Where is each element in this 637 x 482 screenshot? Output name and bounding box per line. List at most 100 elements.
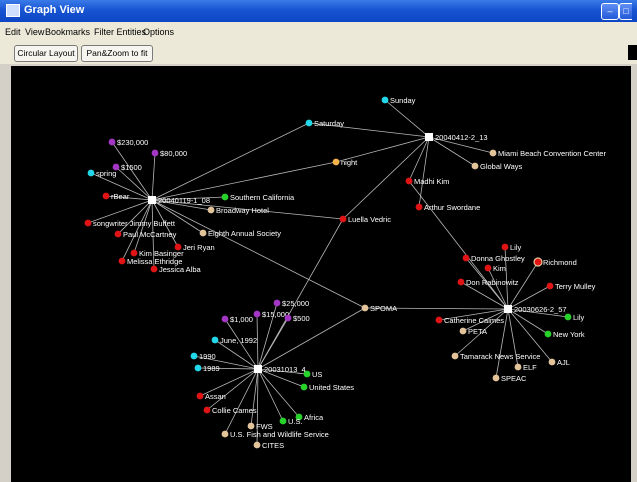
- node-speac[interactable]: [492, 374, 500, 382]
- node-fws[interactable]: [247, 422, 255, 430]
- node-melissa-ethridge[interactable]: [118, 257, 126, 265]
- menu-edit[interactable]: Edit: [5, 27, 21, 37]
- menu-options[interactable]: Options: [143, 27, 174, 37]
- node-1-000[interactable]: [221, 315, 229, 323]
- node-night[interactable]: [332, 158, 340, 166]
- node-terry-mulley[interactable]: [546, 282, 554, 290]
- minimize-button[interactable]: –: [601, 3, 619, 20]
- hub-node-20031013-4[interactable]: [254, 365, 262, 373]
- title-bar[interactable]: Graph View – □: [0, 0, 637, 22]
- cursor-icon: [628, 45, 637, 60]
- node-label-ajl: AJL: [557, 358, 570, 367]
- node-assan[interactable]: [196, 392, 204, 400]
- node-label-new-york: New York: [553, 330, 585, 339]
- node-paul-mccartney[interactable]: [114, 230, 122, 238]
- node-eighth-annual-society[interactable]: [199, 229, 207, 237]
- node-15-000[interactable]: [253, 310, 261, 318]
- node-label-jeri-ryan: Jeri Ryan: [183, 243, 215, 252]
- node-label-night: night: [341, 158, 358, 167]
- edge-h1-n23: [151, 199, 366, 309]
- node-25-000[interactable]: [273, 299, 281, 307]
- node-kim-basinger[interactable]: [130, 249, 138, 257]
- node-label-united-states: United States: [309, 383, 354, 392]
- edge-h4-n20: [408, 180, 509, 310]
- node-label-speac: SPEAC: [501, 374, 527, 383]
- node-united-states[interactable]: [300, 383, 308, 391]
- node-u-s-fish-and-wildlife-service[interactable]: [221, 430, 229, 438]
- node-elf[interactable]: [514, 363, 522, 371]
- node-tamarack-news-service[interactable]: [451, 352, 459, 360]
- node-u-s[interactable]: [279, 417, 287, 425]
- node-southern-california[interactable]: [221, 193, 229, 201]
- node-label-1500: $1500: [121, 163, 142, 172]
- circular-layout-button[interactable]: Circular Layout: [14, 45, 78, 62]
- maximize-icon: □: [623, 6, 629, 16]
- menu-view[interactable]: View: [25, 27, 44, 37]
- node-spring[interactable]: [87, 169, 95, 177]
- node-label-arthur-swordane: Arthur Swordane: [424, 203, 480, 212]
- node-saturday[interactable]: [305, 119, 313, 127]
- node-sunday[interactable]: [381, 96, 389, 104]
- menu-filter-entities[interactable]: Filter Entities: [94, 27, 146, 37]
- node-label-80-000: $80,000: [160, 149, 187, 158]
- node-label-southern-california: Southern California: [230, 193, 295, 202]
- node-label-u-s-fish-and-wildlife-service: U.S. Fish and Wildlife Service: [230, 430, 329, 439]
- node-label-rbear: rBear: [111, 192, 130, 201]
- hub-node-20040412-2-13[interactable]: [425, 133, 433, 141]
- node-label-lily: Lily: [573, 313, 585, 322]
- window-title: Graph View: [24, 4, 85, 16]
- node-broadway-hotel[interactable]: [207, 206, 215, 214]
- node-label-jessica-alba: Jessica Alba: [159, 265, 202, 274]
- node-1990[interactable]: [190, 352, 198, 360]
- node-label-cites: CITES: [262, 441, 284, 450]
- node-label-global-ways: Global Ways: [480, 162, 522, 171]
- node-lily[interactable]: [501, 243, 509, 251]
- graph-canvas[interactable]: $230,000 $80,000 $1500 spring rBear Southern …: [11, 66, 631, 482]
- node-arthur-swordane[interactable]: [415, 203, 423, 211]
- node-peta[interactable]: [459, 327, 467, 335]
- node-global-ways[interactable]: [471, 162, 479, 170]
- node-label-spoma: SPOMA: [370, 304, 397, 313]
- menu-bookmarks[interactable]: Bookmarks: [45, 27, 90, 37]
- node-80-000[interactable]: [151, 149, 159, 157]
- node-miami-beach-convention-center[interactable]: [489, 149, 497, 157]
- node-rbear[interactable]: [102, 192, 110, 200]
- node-label-25-000: $25,000: [282, 299, 309, 308]
- node-label-june-1992: June, 1992: [220, 336, 257, 345]
- node-june-1992[interactable]: [211, 336, 219, 344]
- node-madhi-kim[interactable]: [405, 177, 413, 185]
- node-donna-ghostley[interactable]: [462, 254, 470, 262]
- node-lily[interactable]: [564, 313, 572, 321]
- node-label-madhi-kim: Madhi Kim: [414, 177, 449, 186]
- node-catherine-caimes[interactable]: [435, 316, 443, 324]
- node-spoma[interactable]: [361, 304, 369, 312]
- pan-zoom-button[interactable]: Pan&Zoom to fit: [81, 45, 153, 62]
- edge-h3-n22: [257, 218, 344, 370]
- maximize-button[interactable]: □: [619, 3, 632, 20]
- node-label-sunday: Sunday: [390, 96, 416, 105]
- hub-node-20030626-2-57[interactable]: [504, 305, 512, 313]
- node-500[interactable]: [284, 314, 292, 322]
- node-jessica-alba[interactable]: [150, 265, 158, 273]
- hub-label-20040119-1-08: 20040119-1_08: [158, 196, 210, 205]
- network-graph[interactable]: $230,000 $80,000 $1500 spring rBear Southern …: [11, 66, 631, 482]
- node-luella-vedric[interactable]: [339, 215, 347, 223]
- hub-node-20040119-1-08[interactable]: [148, 196, 156, 204]
- node-label-broadway-hotel: Broadway Hotel: [216, 206, 269, 215]
- node-kim[interactable]: [484, 264, 492, 272]
- node-cites[interactable]: [253, 441, 261, 449]
- node-don-rabinowitz[interactable]: [457, 278, 465, 286]
- node-label-tamarack-news-service: Tamarack News Service: [460, 352, 540, 361]
- node-ajl[interactable]: [548, 358, 556, 366]
- node-richmond[interactable]: [533, 257, 543, 267]
- node-label-1989: 1989: [203, 364, 220, 373]
- node-songwriter-jimmy-buffett[interactable]: [84, 219, 92, 227]
- node-label-africa: Africa: [304, 413, 324, 422]
- node-230-000[interactable]: [108, 138, 116, 146]
- node-1989[interactable]: [194, 364, 202, 372]
- node-new-york[interactable]: [544, 330, 552, 338]
- node-collie-cames[interactable]: [203, 406, 211, 414]
- node-label-songwriter-jimmy-buffett: songwriter Jimmy Buffett: [93, 219, 176, 228]
- edge-h3-n36: [257, 368, 284, 422]
- edge-h3-n37: [250, 368, 259, 427]
